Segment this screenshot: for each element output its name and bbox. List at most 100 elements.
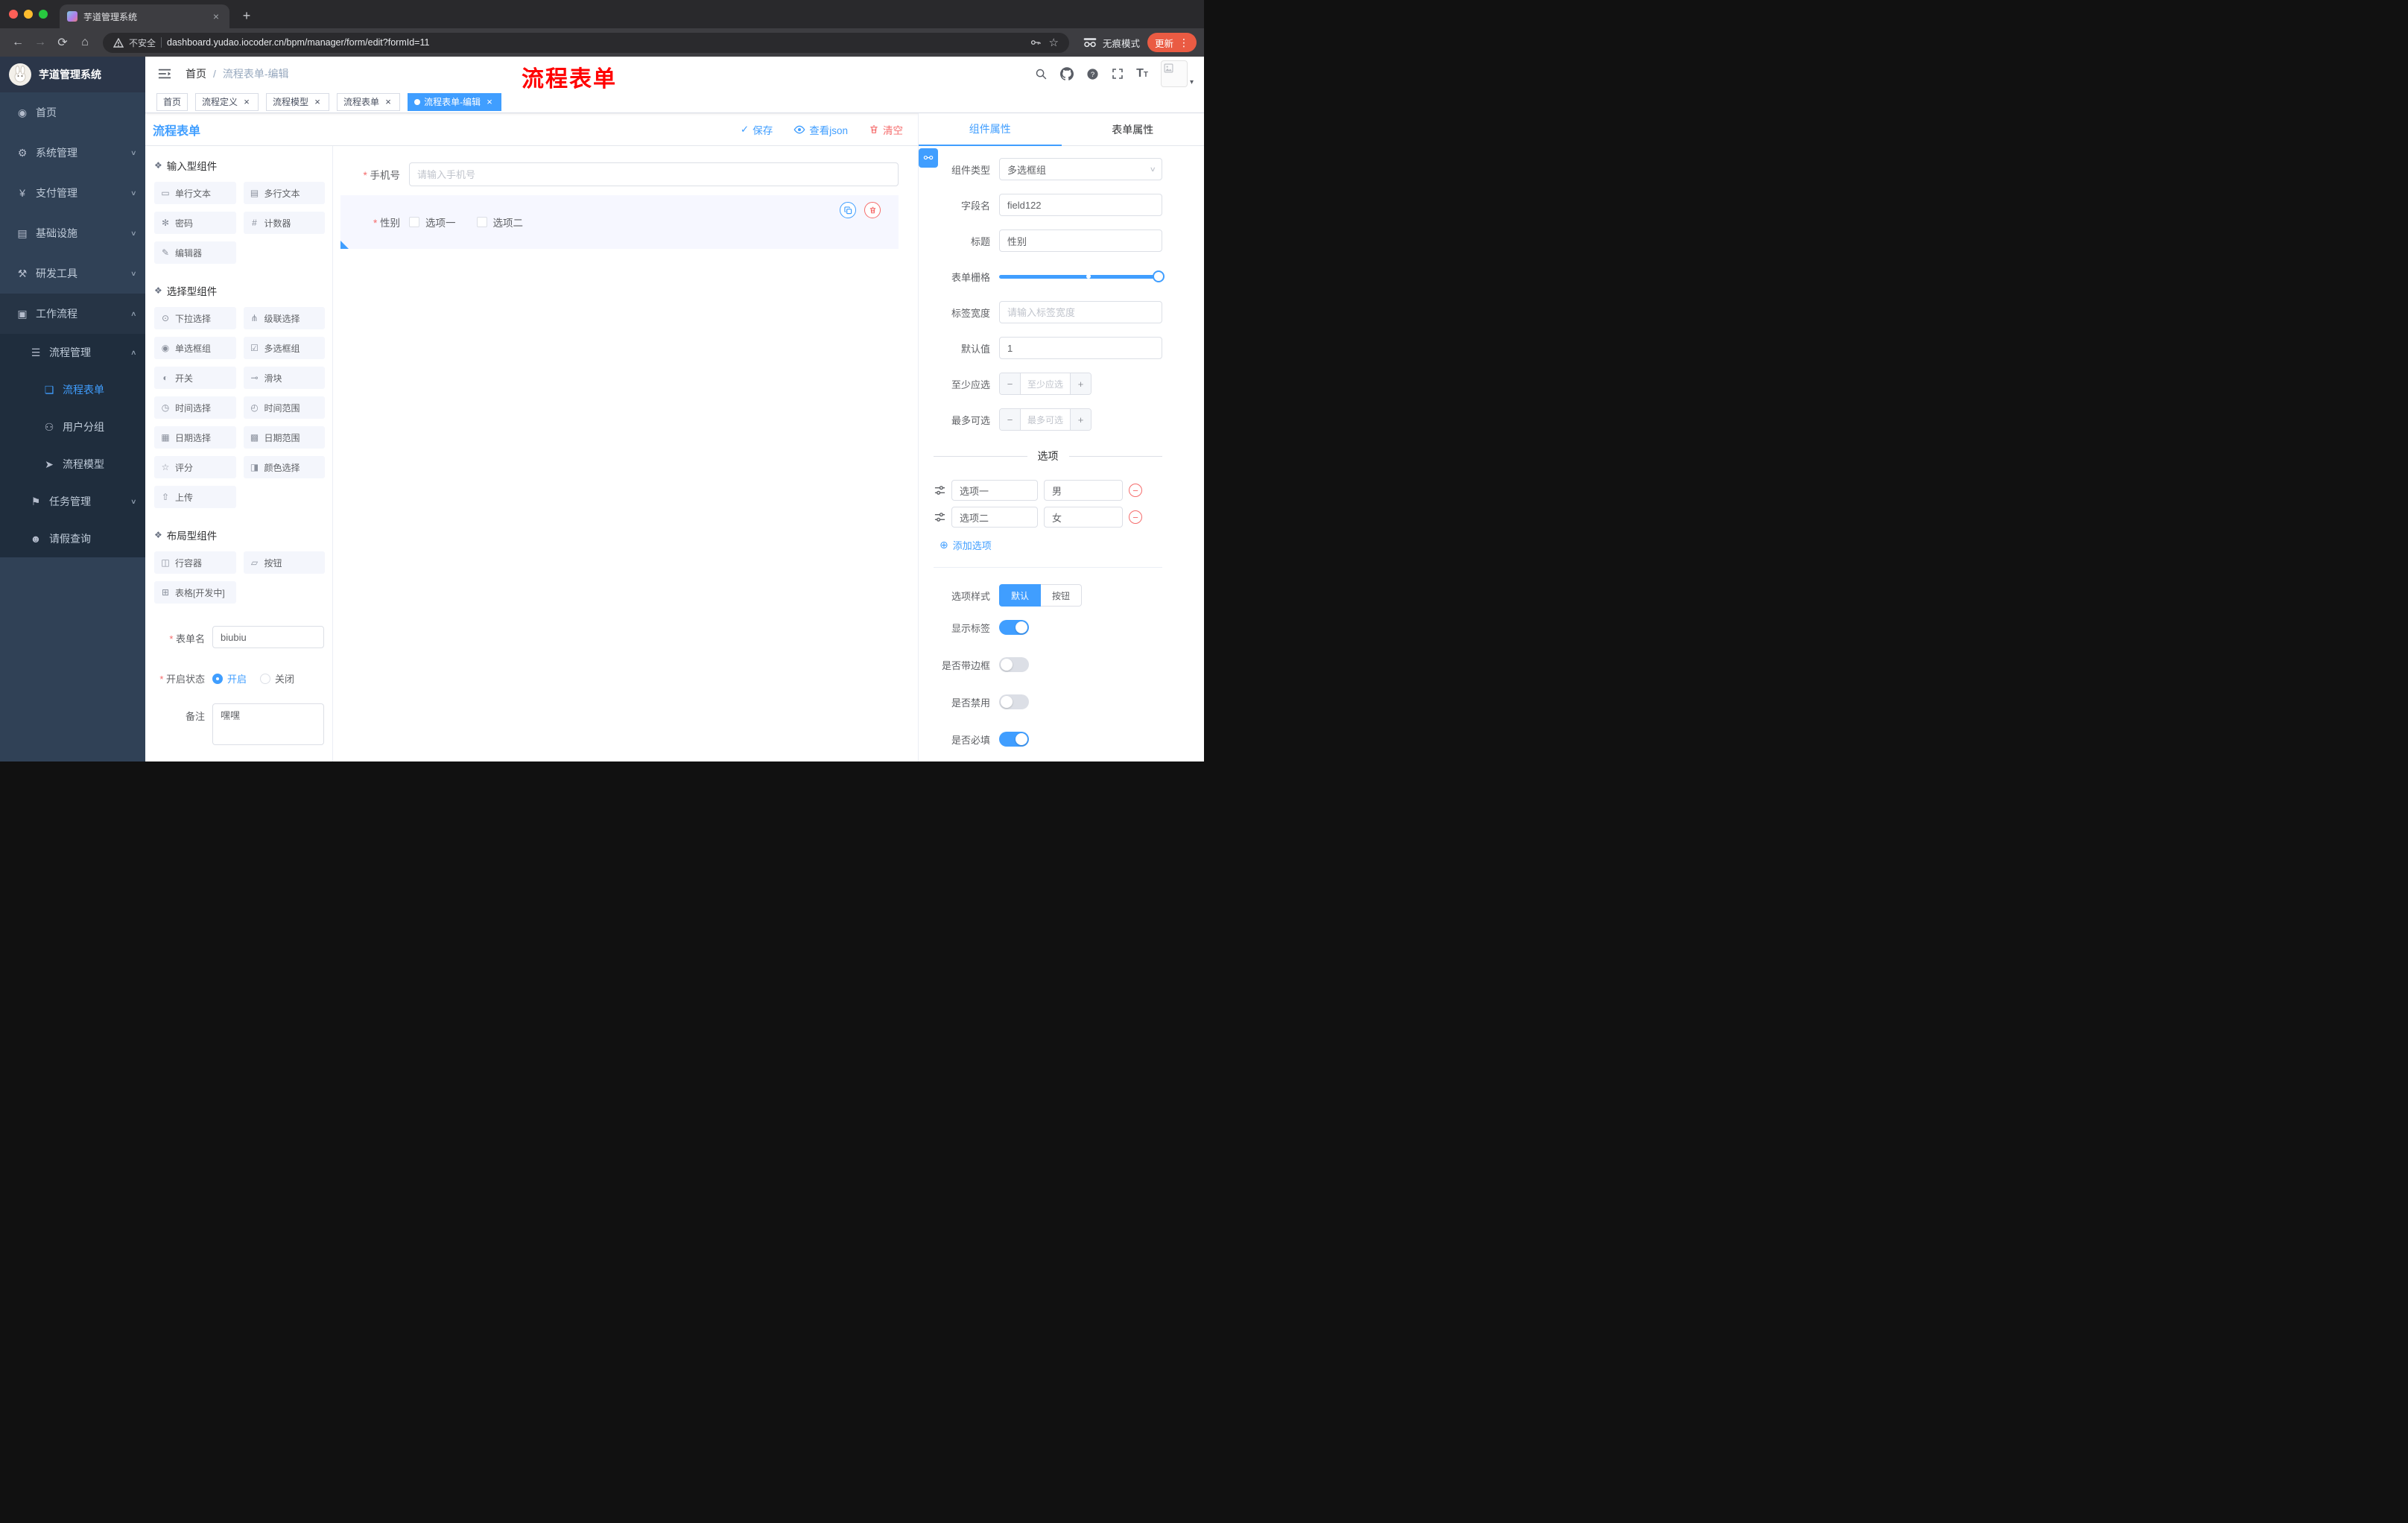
remove-option-button[interactable]: −: [1129, 484, 1142, 497]
increase-button[interactable]: +: [1070, 409, 1091, 430]
new-tab-button[interactable]: +: [237, 6, 256, 25]
add-option-button[interactable]: ⊕ 添加选项: [934, 538, 1162, 552]
palette-item-editor[interactable]: ✎ 编辑器: [154, 241, 236, 264]
option-label-input[interactable]: [951, 507, 1038, 528]
phone-input[interactable]: [409, 162, 899, 186]
component-type-select[interactable]: 多选框组 ∨: [999, 158, 1162, 180]
palette-item-switch[interactable]: ◐ 开关: [154, 367, 236, 389]
copy-item-button[interactable]: [840, 202, 856, 218]
palette-item-date-picker[interactable]: ▦ 日期选择: [154, 426, 236, 449]
option-value-input[interactable]: [1044, 507, 1123, 528]
checkbox-option[interactable]: 选项二: [476, 215, 523, 229]
back-button[interactable]: ←: [7, 32, 28, 53]
min-select-placeholder[interactable]: 至少应选: [1021, 373, 1070, 394]
tag-item[interactable]: 首页: [156, 92, 188, 111]
palette-item-checkbox-group[interactable]: ☑ 多选框组: [243, 337, 325, 359]
palette-item-date-range[interactable]: ▩ 日期范围: [243, 426, 325, 449]
user-menu[interactable]: ▾: [1160, 60, 1194, 87]
tag-close-icon[interactable]: ×: [383, 96, 393, 107]
palette-item-button[interactable]: ▱ 按钮: [243, 551, 325, 574]
github-icon[interactable]: [1060, 67, 1074, 80]
decrease-button[interactable]: −: [1000, 373, 1021, 394]
toggle-required[interactable]: [999, 732, 1029, 747]
bookmark-star-icon[interactable]: ☆: [1049, 36, 1059, 49]
title-input[interactable]: [999, 229, 1162, 252]
tag-close-icon[interactable]: ×: [241, 96, 252, 107]
sidebar-item-system[interactable]: ⚙ 系统管理 ∨: [0, 133, 145, 173]
reload-button[interactable]: ⟳: [52, 32, 73, 53]
breadcrumb-home[interactable]: 首页: [186, 66, 206, 81]
address-bar[interactable]: 不安全 dashboard.yudao.iocoder.cn/bpm/manag…: [103, 32, 1069, 53]
font-size-icon[interactable]: TT: [1136, 68, 1148, 80]
field-name-input[interactable]: [999, 194, 1162, 216]
decrease-button[interactable]: −: [1000, 409, 1021, 430]
save-button[interactable]: ✓ 保存: [741, 122, 773, 137]
toggle-disabled[interactable]: [999, 694, 1029, 709]
browser-tab[interactable]: 芋道管理系统 ×: [60, 4, 229, 28]
sidebar-item-pay[interactable]: ¥ 支付管理 ∨: [0, 173, 145, 213]
style-option-button[interactable]: 按钮: [1041, 584, 1083, 607]
tag-close-icon[interactable]: ×: [312, 96, 323, 107]
palette-item-cascader[interactable]: ⋔ 级联选择: [243, 307, 325, 329]
palette-item-color-picker[interactable]: ◨ 颜色选择: [243, 456, 325, 478]
palette-item-upload[interactable]: ⇧ 上传: [154, 486, 236, 508]
forward-button[interactable]: →: [30, 32, 51, 53]
palette-item-table[interactable]: ⊞ 表格[开发中]: [154, 581, 236, 604]
status-on-radio[interactable]: 开启: [212, 671, 247, 685]
sidebar-item-task-mgmt[interactable]: ⚑ 任务管理 ∨: [0, 483, 145, 520]
drag-handle-icon[interactable]: [934, 512, 945, 522]
sidebar-item-infra[interactable]: ▤ 基础设施 ∨: [0, 213, 145, 253]
toggle-show-label[interactable]: [999, 620, 1029, 635]
password-key-icon[interactable]: [1029, 37, 1042, 48]
search-icon[interactable]: [1035, 68, 1048, 80]
sidebar-item-process-model[interactable]: ➤ 流程模型: [0, 446, 145, 483]
tag-close-icon[interactable]: ×: [484, 96, 495, 107]
form-remark-textarea[interactable]: 嘿嘿: [212, 703, 324, 745]
canvas-item-gender-selected[interactable]: 性别 选项一 选项二: [340, 195, 899, 249]
style-option-default[interactable]: 默认: [999, 584, 1042, 607]
status-off-radio[interactable]: 关闭: [260, 671, 294, 685]
palette-item-single-text[interactable]: ▭ 单行文本: [154, 182, 236, 204]
label-width-input[interactable]: [999, 301, 1162, 323]
tab-component-props[interactable]: 组件属性: [919, 113, 1062, 146]
tag-item[interactable]: 流程表单 ×: [337, 92, 401, 111]
home-button[interactable]: ⌂: [75, 32, 95, 53]
link-collapse-handle[interactable]: ⚯: [919, 148, 938, 168]
tag-item[interactable]: 流程模型 ×: [266, 92, 330, 111]
tab-form-props[interactable]: 表单属性: [1061, 113, 1204, 146]
remove-option-button[interactable]: −: [1129, 510, 1142, 524]
sidebar-logo[interactable]: 芋道管理系统: [0, 57, 145, 92]
form-name-input[interactable]: [212, 626, 324, 648]
palette-item-slider[interactable]: ⊸ 滑块: [243, 367, 325, 389]
delete-item-button[interactable]: [864, 202, 881, 218]
avatar[interactable]: [1160, 60, 1188, 87]
palette-item-multi-text[interactable]: ▤ 多行文本: [243, 182, 325, 204]
maximize-window-button[interactable]: [39, 10, 48, 19]
palette-item-time-picker[interactable]: ◷ 时间选择: [154, 396, 236, 419]
toggle-bordered[interactable]: [999, 657, 1029, 672]
palette-item-rate[interactable]: ☆ 评分: [154, 456, 236, 478]
minimize-window-button[interactable]: [24, 10, 33, 19]
view-json-button[interactable]: 查看json: [793, 122, 848, 137]
slider-handle[interactable]: [1153, 270, 1165, 282]
hamburger-icon[interactable]: [156, 65, 174, 83]
sidebar-item-dev[interactable]: ⚒ 研发工具 ∨: [0, 253, 145, 294]
palette-item-counter[interactable]: # 计数器: [243, 212, 325, 234]
fullscreen-icon[interactable]: [1112, 68, 1124, 80]
increase-button[interactable]: +: [1070, 373, 1091, 394]
sidebar-item-user-group[interactable]: ⚇ 用户分组: [0, 408, 145, 446]
sidebar-item-workflow[interactable]: ▣ 工作流程 ∧: [0, 294, 145, 334]
help-icon[interactable]: ?: [1086, 68, 1099, 80]
sidebar-item-process-mgmt[interactable]: ☰ 流程管理 ∧: [0, 334, 145, 371]
update-button[interactable]: 更新 ⋮: [1147, 33, 1197, 52]
slider-track[interactable]: [999, 270, 1165, 282]
palette-item-password[interactable]: ✻ 密码: [154, 212, 236, 234]
canvas-item-phone[interactable]: 手机号: [340, 156, 899, 192]
palette-item-select[interactable]: ⊙ 下拉选择: [154, 307, 236, 329]
palette-item-radio-group[interactable]: ◉ 单选框组: [154, 337, 236, 359]
tag-item[interactable]: 流程定义 ×: [195, 92, 259, 111]
sidebar-item-home[interactable]: ◉ 首页: [0, 92, 145, 133]
max-select-placeholder[interactable]: 最多可选: [1021, 409, 1070, 430]
tab-close-icon[interactable]: ×: [210, 10, 222, 22]
grid-slider[interactable]: [999, 265, 1165, 288]
